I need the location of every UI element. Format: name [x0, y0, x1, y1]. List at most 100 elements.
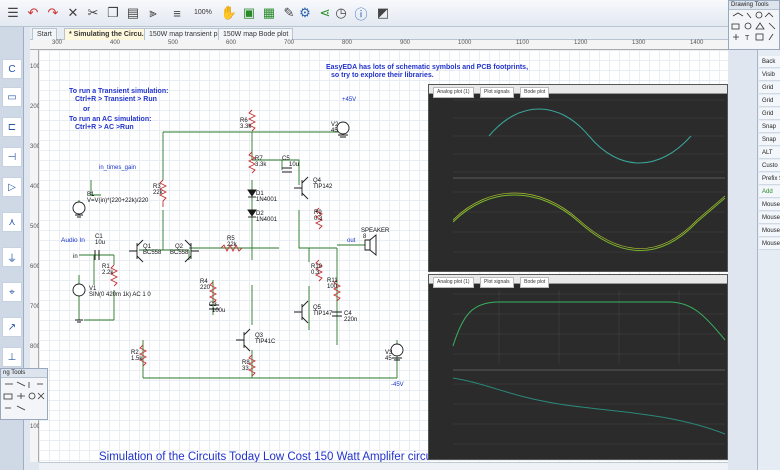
- hand-icon[interactable]: ✋: [220, 4, 238, 22]
- transient-waveforms: [452, 99, 726, 253]
- ruler-mark: 400: [30, 184, 41, 190]
- note-easyeda-2: so try to explore their libraries.: [331, 72, 434, 79]
- note-ac-1: To run an AC simulation:: [69, 116, 152, 123]
- value-q4: TIP142: [313, 184, 333, 190]
- ruler-mark: 300: [52, 40, 63, 46]
- horizontal-ruler: 300 400 500 600 700 800 900 1000 1100 12…: [30, 40, 728, 50]
- value-d2: 1N4001: [256, 217, 278, 223]
- resistor-icon[interactable]: ⊏: [2, 117, 22, 137]
- drawing-tools-icons[interactable]: T: [729, 10, 779, 50]
- probe-icon[interactable]: ⌖: [2, 282, 22, 302]
- info-icon[interactable]: ⓘ: [352, 4, 370, 22]
- transistor-icon[interactable]: ⋏: [2, 212, 22, 232]
- net-out: out: [347, 238, 356, 244]
- wire-icon[interactable]: ↗: [2, 317, 22, 337]
- note-transient-1: To run a Transient simulation:: [69, 88, 169, 95]
- capacitor-icon[interactable]: ⊣: [2, 147, 22, 167]
- ruler-mark: 1000: [458, 40, 472, 46]
- audio-in-label: Audio In: [61, 237, 85, 244]
- schematic-canvas[interactable]: To run a Transient simulation: Ctrl+R > …: [39, 50, 728, 463]
- ruler-mark: 600: [226, 40, 237, 46]
- menu-icon[interactable]: ☰: [4, 4, 22, 22]
- value-q3: TIP41C: [255, 339, 276, 345]
- value-r11: 100: [327, 284, 338, 290]
- value-q5: TIP147: [313, 311, 333, 317]
- prop-mouse-3[interactable]: Mouse: [759, 225, 780, 237]
- history-icon[interactable]: ◷: [332, 4, 350, 22]
- redo-icon[interactable]: ↷: [44, 4, 62, 22]
- tab-transient-plot[interactable]: 150W map transient plot: [144, 28, 230, 40]
- value-q1: BC558: [143, 250, 162, 256]
- wiring-tools-icons[interactable]: [1, 378, 47, 420]
- ruler-mark: 1000: [30, 424, 44, 430]
- prop-snap[interactable]: Snap: [759, 121, 780, 133]
- bode-waveforms: [452, 290, 726, 445]
- library-icon[interactable]: C: [2, 59, 22, 79]
- prop-mouse-4[interactable]: Mouse: [759, 238, 780, 250]
- main-toolbar: ☰ ↶ ↷ ✕ ✂ ❐ ▤ ⫸ ≡ 100% ✋ ▣ ▦ ✎ ⚙ ⋖ ◷ ⓘ ◩: [0, 0, 780, 27]
- value-speaker: 8: [363, 234, 367, 240]
- ruler-mark: 400: [110, 40, 121, 46]
- value-r10: 0.3: [311, 270, 320, 276]
- cut-icon[interactable]: ✂: [84, 4, 102, 22]
- value-c5: 10u: [289, 162, 300, 168]
- prop-grid-3[interactable]: Grid: [759, 108, 780, 120]
- value-r7: 3.3k: [255, 162, 267, 168]
- prop-grid-2[interactable]: Grid: [759, 95, 780, 107]
- ground-icon[interactable]: ⏚: [2, 247, 22, 267]
- wiring-tools-panel: ng Tools: [0, 368, 48, 420]
- delete-icon[interactable]: ✕: [64, 4, 82, 22]
- ruler-mark: 100: [30, 64, 41, 70]
- net-neg45: -45V: [391, 382, 404, 388]
- ruler-mark: 500: [30, 224, 41, 230]
- copy-icon[interactable]: ❐: [104, 4, 122, 22]
- prop-snap-2[interactable]: Snap: [759, 134, 780, 146]
- undo-icon[interactable]: ↶: [24, 4, 42, 22]
- prop-mouse-2[interactable]: Mouse: [759, 212, 780, 224]
- value-v2: 45: [331, 128, 338, 134]
- tab-bode-plot[interactable]: 150W map Bode plot: [218, 28, 294, 40]
- ruler-mark: 1400: [690, 40, 704, 46]
- bode-plot-window[interactable]: Analog plot (1) Plot signals Bode plot: [428, 274, 728, 460]
- prop-visible[interactable]: Visib: [759, 69, 780, 81]
- tab-simulating-circuit[interactable]: * Simulating the Circu...: [64, 28, 153, 40]
- layers-icon[interactable]: ≡: [168, 4, 186, 22]
- value-v3: 45: [385, 356, 392, 362]
- prop-grid[interactable]: Grid: [759, 82, 780, 94]
- transient-plot-window[interactable]: Analog plot (1) Plot signals Bode plot: [428, 84, 728, 272]
- ruler-mark: 1300: [632, 40, 646, 46]
- component-icon[interactable]: ▭: [2, 87, 22, 107]
- prop-add[interactable]: Add: [759, 186, 780, 198]
- theme-icon[interactable]: ◩: [374, 4, 392, 22]
- prop-background[interactable]: Back: [759, 56, 780, 68]
- properties-panel: Back Visib Grid Grid Grid Snap Snap ALT …: [757, 50, 780, 470]
- net-icon[interactable]: ⊥: [2, 347, 22, 367]
- ruler-mark: 200: [30, 104, 41, 110]
- settings-icon[interactable]: ⚙: [296, 4, 314, 22]
- prop-prefix[interactable]: Prefix S: [759, 173, 780, 185]
- value-c1: 10u: [95, 240, 106, 246]
- svg-text:T: T: [745, 35, 750, 42]
- tab-start[interactable]: Start: [32, 28, 57, 40]
- zoom-level[interactable]: 100%: [194, 9, 212, 16]
- prop-mouse-1[interactable]: Mouse: [759, 199, 780, 211]
- value-v1: SIN(0 420m 1k) AC 1 0: [89, 292, 151, 298]
- paste-icon[interactable]: ▤: [124, 4, 142, 22]
- diode-icon[interactable]: ▷: [2, 177, 22, 197]
- prop-custom[interactable]: Custo: [759, 160, 780, 172]
- ruler-mark: 300: [30, 144, 41, 150]
- note-easyeda-1: EasyEDA has lots of schematic symbols an…: [326, 64, 529, 71]
- ruler-mark: 800: [30, 344, 41, 350]
- value-r5: 22k: [227, 242, 237, 248]
- simulate-icon[interactable]: ▦: [260, 4, 278, 22]
- ruler-mark: 700: [30, 304, 41, 310]
- note-or: or: [83, 106, 90, 113]
- wiring-tools-title: ng Tools: [1, 369, 47, 378]
- value-r6: 3.3k: [240, 124, 252, 130]
- align-icon[interactable]: ⫸: [144, 4, 162, 22]
- horizontal-scrollbar[interactable]: [39, 462, 728, 470]
- prop-alt[interactable]: ALT: [759, 147, 780, 159]
- note-ac-2: Ctrl+R > AC >Run: [75, 124, 134, 131]
- value-q2: BC558: [170, 250, 189, 256]
- design-check-icon[interactable]: ▣: [240, 4, 258, 22]
